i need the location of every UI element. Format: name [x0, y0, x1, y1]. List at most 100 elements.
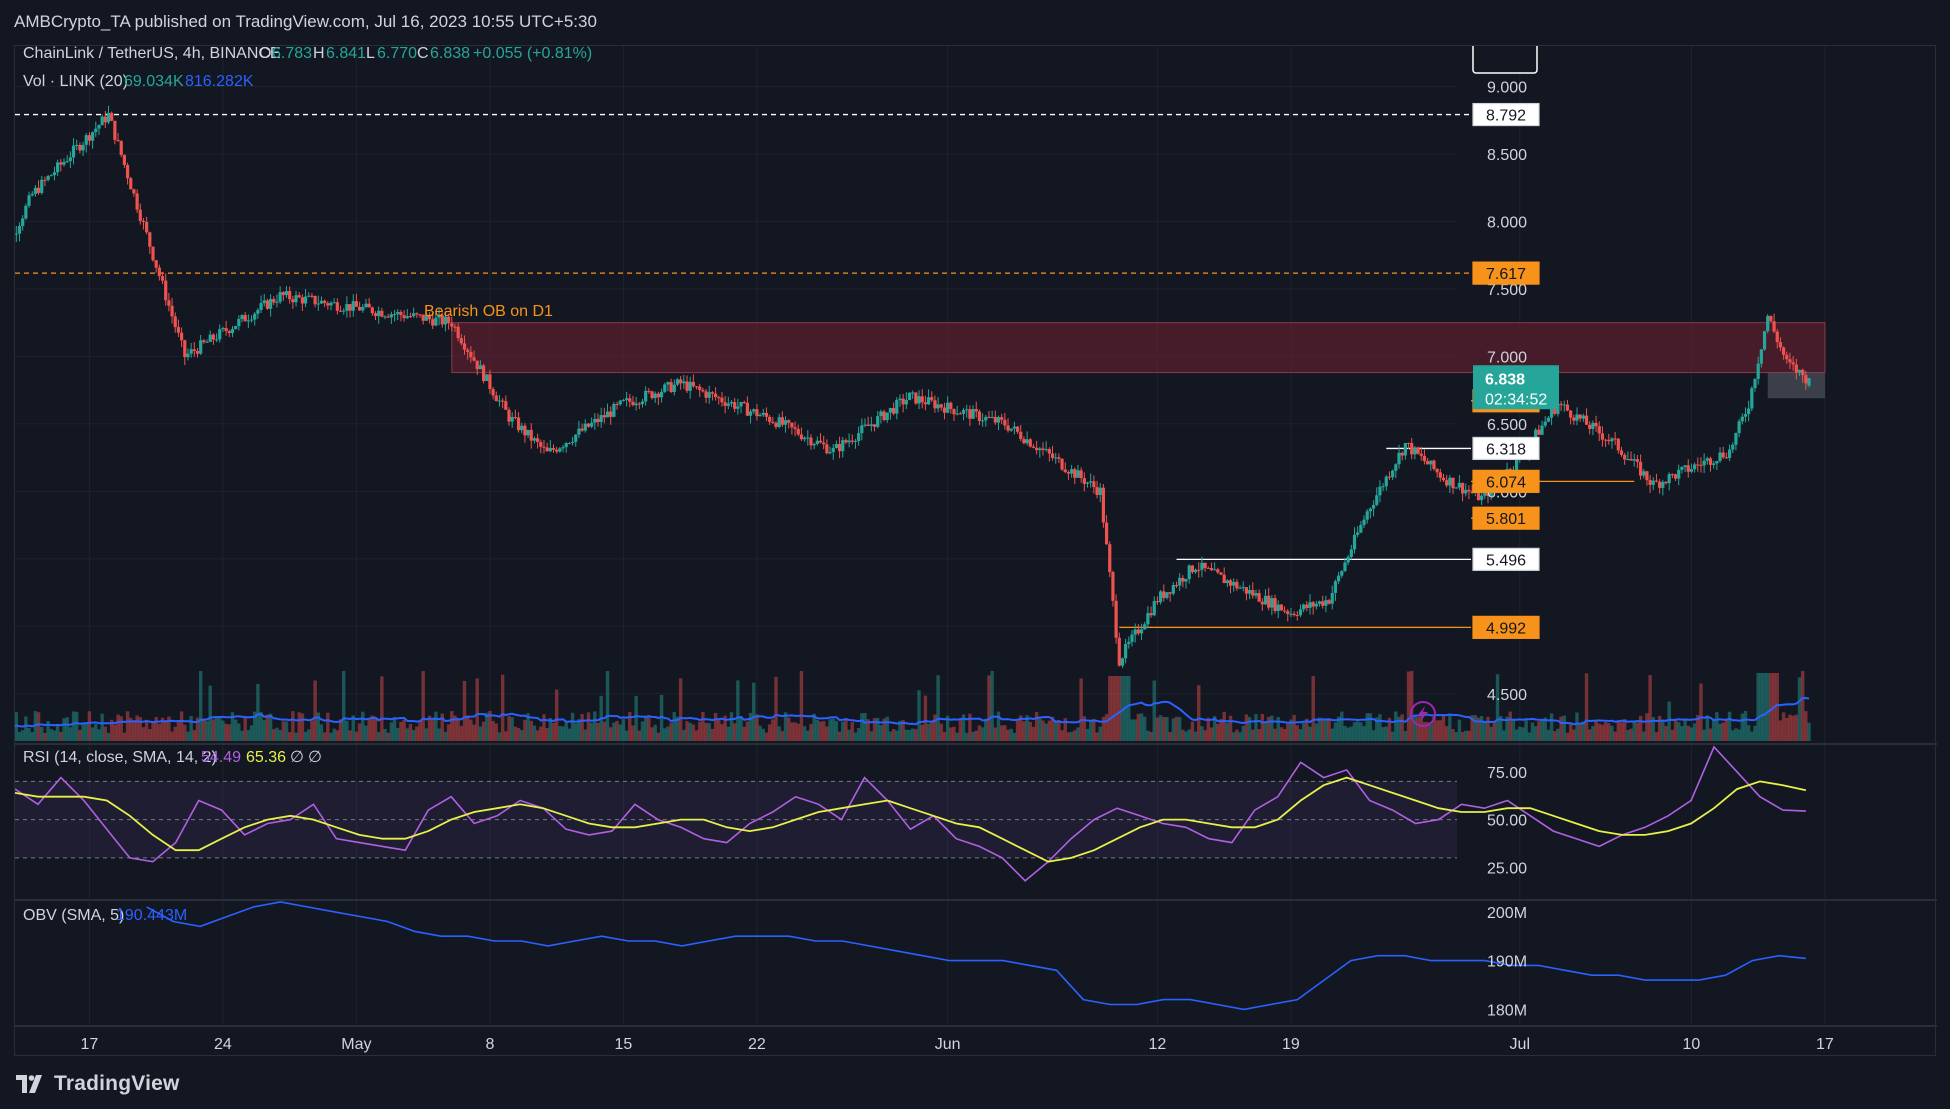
volume-bar	[1279, 727, 1284, 741]
candle-body	[33, 187, 37, 194]
candle-body	[628, 398, 632, 402]
volume-bar	[984, 718, 988, 741]
candle-body	[977, 411, 982, 421]
volume-bar	[500, 674, 505, 741]
candle-body	[497, 400, 502, 402]
volume-bar	[418, 721, 422, 741]
candle-body	[539, 441, 543, 447]
volume-bar	[850, 722, 854, 741]
chart-canvas[interactable]: 4.5005.0005.5006.0006.5007.0007.5008.000…	[15, 46, 1937, 1057]
volume-bar	[75, 711, 79, 741]
candle-body	[354, 301, 359, 307]
candle-body	[920, 396, 924, 403]
candle-body	[110, 112, 114, 121]
volume-bar	[580, 714, 584, 741]
candle-body	[1162, 591, 1166, 598]
volume-bar	[647, 716, 651, 741]
volume-bar	[1454, 731, 1458, 741]
candle-body	[291, 299, 295, 303]
volume-bar	[1781, 712, 1786, 741]
candle-body	[46, 176, 50, 180]
volume-bar	[558, 726, 562, 741]
candle-body	[351, 301, 355, 311]
volume-bar	[904, 729, 909, 741]
candle-body	[1019, 431, 1023, 439]
volume-bar	[952, 726, 956, 741]
volume-bar	[698, 721, 702, 741]
candle-body	[1076, 470, 1080, 478]
time-tick-label: 24	[214, 1036, 232, 1053]
candle-body	[1073, 469, 1077, 478]
candle-body	[936, 404, 940, 409]
volume-bar	[971, 731, 975, 741]
volume-bar	[977, 725, 982, 741]
candle-body	[717, 397, 721, 399]
volume-bar	[1568, 722, 1573, 741]
candle-body	[186, 353, 190, 358]
candle-body	[561, 447, 565, 449]
candle-body	[1228, 580, 1233, 586]
volume-bar	[392, 716, 397, 741]
volume-bar	[1724, 718, 1729, 741]
candle-body	[939, 404, 943, 408]
candle-body	[1200, 562, 1204, 570]
volume-bar	[1702, 729, 1706, 741]
candle-body	[348, 304, 352, 311]
volume-bar	[841, 721, 845, 741]
candle-body	[780, 417, 784, 425]
candle-body	[809, 437, 813, 446]
volume-bar	[87, 711, 92, 741]
candle-body	[701, 389, 705, 392]
volume-bar	[1365, 713, 1369, 741]
volume-bar	[554, 689, 559, 741]
candle-body	[370, 307, 374, 314]
candle-body	[583, 423, 587, 431]
volume-bar	[415, 726, 419, 741]
tradingview-logo[interactable]: TradingView	[16, 1072, 180, 1096]
volume-bar	[577, 719, 581, 741]
volume-bar	[272, 729, 276, 741]
candle-body	[412, 313, 416, 317]
candle-body	[1028, 439, 1032, 447]
candle-body	[726, 403, 730, 406]
volume-bar	[1206, 717, 1210, 741]
candle-body	[1000, 417, 1004, 420]
volume-bar	[322, 732, 327, 741]
volume-bar	[1756, 673, 1760, 741]
candle-body	[1638, 461, 1643, 476]
volume-bar	[462, 680, 467, 741]
candle-body	[882, 411, 886, 421]
candle-body	[1702, 460, 1706, 466]
chart-settings-button[interactable]	[1472, 46, 1538, 74]
candle-body	[84, 135, 88, 145]
volume-bar	[624, 730, 629, 741]
volume-bar	[631, 725, 635, 741]
candle-body	[431, 319, 435, 326]
candle-body	[338, 310, 343, 312]
volume-bar	[618, 724, 622, 741]
volume-bar	[815, 719, 820, 741]
volume-bar	[1149, 731, 1153, 741]
obv-legend-value: 190.443M	[116, 907, 187, 924]
candle-body	[138, 209, 142, 221]
candle-body	[246, 320, 250, 322]
candle-body	[1794, 364, 1798, 373]
volume-bar	[780, 731, 785, 741]
publisher-text: AMBCrypto_TA published on TradingView.co…	[14, 12, 597, 31]
volume-bar	[408, 723, 413, 741]
volume-bar	[1807, 722, 1811, 741]
volume-bar	[224, 723, 228, 741]
candle-body	[771, 421, 775, 423]
candle-body	[367, 303, 371, 308]
volume-bar	[1282, 729, 1287, 741]
candle-body	[494, 395, 498, 402]
candle-body	[21, 218, 25, 227]
candle-body	[227, 331, 231, 334]
candle-body	[1699, 464, 1703, 466]
obv-pane	[146, 901, 1806, 1011]
candle-body	[1222, 574, 1226, 584]
volume-bar	[942, 731, 947, 741]
tradingview-logo-icon	[16, 1075, 42, 1093]
time-tick-label: May	[341, 1036, 371, 1053]
candle-body	[968, 409, 972, 419]
